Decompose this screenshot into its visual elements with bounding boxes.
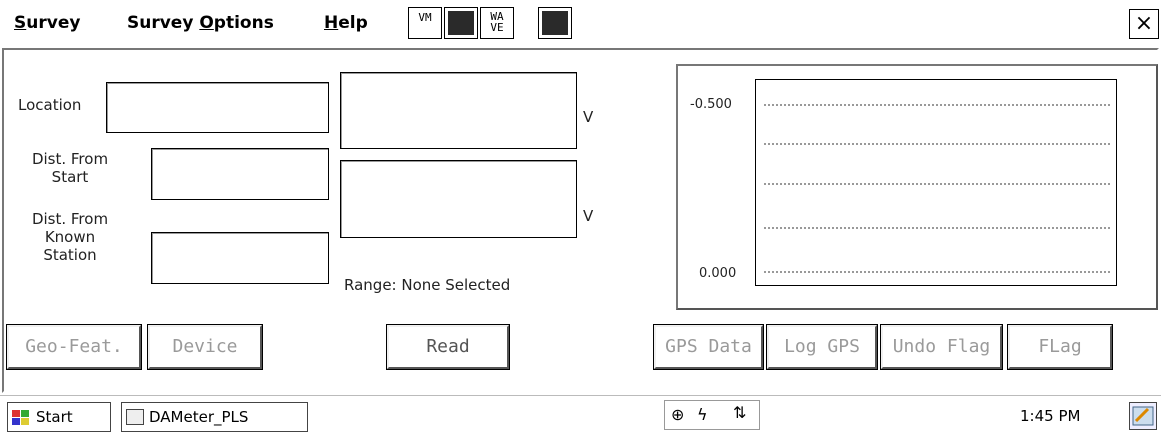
gridline xyxy=(764,143,1110,145)
close-button[interactable]: × xyxy=(1129,9,1159,39)
location-field[interactable] xyxy=(106,82,329,133)
dist-start-field[interactable] xyxy=(151,148,329,200)
geo-feat-button[interactable]: Geo-Feat. xyxy=(6,324,142,370)
toolbar-button-4[interactable] xyxy=(538,7,572,39)
log-gps-button[interactable]: Log GPS xyxy=(766,324,878,370)
flag-button[interactable]: FLag xyxy=(1007,324,1113,370)
task-label: DAMeter_PLS xyxy=(149,408,249,426)
dist-start-label-line2: Start xyxy=(51,168,89,186)
dist-known-label-line2: Known xyxy=(44,228,96,246)
dist-known-label-line1: Dist. From xyxy=(31,210,109,228)
reading1-display xyxy=(340,72,577,149)
vm-toolbar-button[interactable]: VM xyxy=(408,7,442,39)
menu-survey-options[interactable]: Survey Options xyxy=(127,13,274,33)
device-button[interactable]: Device xyxy=(147,324,263,370)
dist-start-label: Dist. From Start xyxy=(10,150,130,186)
app-icon xyxy=(126,409,144,425)
read-button[interactable]: Read xyxy=(386,324,510,370)
wave-label-2: VE xyxy=(490,21,504,34)
reading1-unit: V xyxy=(583,108,594,126)
dist-start-label-line1: Dist. From xyxy=(31,150,109,168)
menu-help-accel: H xyxy=(324,13,339,33)
wave-toolbar-button[interactable]: WA VE xyxy=(480,7,514,39)
taskbar: Start DAMeter_PLS ⊕ ϟ ⇅ 1:45 PM xyxy=(0,395,1161,435)
menu-help[interactable]: Help xyxy=(324,13,368,33)
black-square-icon xyxy=(448,11,474,35)
dist-known-label: Dist. From Known Station xyxy=(10,210,130,264)
menu-help-label: elp xyxy=(338,13,368,33)
black-square-icon xyxy=(542,11,568,35)
reading2-unit: V xyxy=(583,207,594,225)
menu-survey-options-accel: O xyxy=(199,13,214,33)
gridline xyxy=(764,183,1110,185)
dist-known-label-line3: Station xyxy=(43,246,97,264)
menu-survey[interactable]: Survey xyxy=(14,13,80,33)
y-tick-label-bottom: 0.000 xyxy=(699,266,737,281)
sync-icon[interactable]: ⇅ xyxy=(733,403,746,422)
location-label: Location xyxy=(18,96,82,114)
undo-flag-button[interactable]: Undo Flag xyxy=(880,324,1003,370)
menu-survey-label: urvey xyxy=(26,13,81,33)
chart-plot-area xyxy=(755,79,1117,286)
close-icon: × xyxy=(1134,11,1154,36)
clock: 1:45 PM xyxy=(1020,407,1081,425)
range-text: Range: None Selected xyxy=(344,276,511,294)
start-button[interactable]: Start xyxy=(7,402,111,432)
windows-flag-icon xyxy=(11,408,31,426)
task-button-dameter[interactable]: DAMeter_PLS xyxy=(121,402,308,432)
toolbar-button-2[interactable] xyxy=(444,7,478,39)
desktop-icon[interactable] xyxy=(1129,402,1157,430)
vm-label: VM xyxy=(418,11,432,24)
menu-survey-accel: S xyxy=(14,13,27,33)
y-tick-label-top: -0.500 xyxy=(690,97,732,112)
reading2-display xyxy=(340,160,577,238)
gridline xyxy=(764,104,1110,106)
menu-survey-options-prefix: Survey xyxy=(127,13,200,33)
network-icon[interactable]: ⊕ xyxy=(671,405,684,424)
gps-data-button[interactable]: GPS Data xyxy=(653,324,764,370)
dist-known-field[interactable] xyxy=(151,232,329,284)
start-label: Start xyxy=(36,408,73,426)
system-tray: ⊕ ϟ ⇅ xyxy=(664,400,760,430)
gridline xyxy=(764,227,1110,229)
menu-survey-options-rest: ptions xyxy=(213,13,274,33)
gridline xyxy=(764,271,1110,273)
power-icon[interactable]: ϟ xyxy=(697,405,708,424)
menu-bar: Survey Survey Options Help VM WA VE × xyxy=(0,0,1161,44)
